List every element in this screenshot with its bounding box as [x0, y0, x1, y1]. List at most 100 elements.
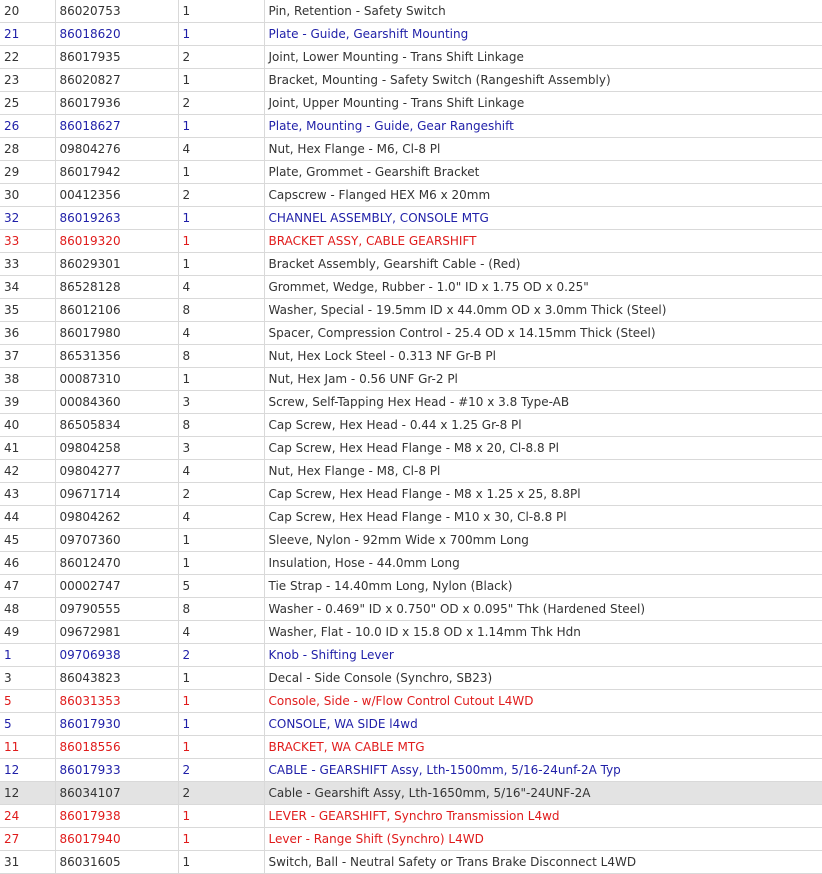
ref-number-cell: 26	[0, 114, 56, 138]
description-cell: Bracket Assembly, Gearshift Cable - (Red…	[264, 252, 822, 276]
table-row[interactable]: 20 86020753 1 Pin, Retention - Safety Switc…	[0, 0, 822, 23]
ref-number-cell: 38	[0, 367, 56, 391]
table-row[interactable]: 38 00087310 1 Nut, Hex Jam - 0.56 UNF Gr-2 …	[0, 367, 822, 391]
table-row[interactable]: 45 09707360 1 Sleeve, Nylon - 92mm Wide x 7…	[0, 528, 822, 552]
part-number-cell: 86017935	[55, 45, 179, 69]
part-number-cell: 09790555	[55, 597, 179, 621]
table-row[interactable]: 5 86017930 1 CONSOLE, WA SIDE l4wd	[0, 712, 822, 736]
ref-number-cell: 36	[0, 321, 56, 345]
table-row[interactable]: 35 86012106 8 Washer, Special - 19.5mm ID x…	[0, 298, 822, 322]
quantity-cell: 1	[178, 0, 265, 23]
table-row[interactable]: 46 86012470 1 Insulation, Hose - 44.0mm Lon…	[0, 551, 822, 575]
ref-number-cell: 12	[0, 781, 56, 805]
description-cell: Washer, Special - 19.5mm ID x 44.0mm OD …	[264, 298, 822, 322]
table-row[interactable]: 31 86031605 1 Switch, Ball - Neutral Safety…	[0, 850, 822, 874]
table-row[interactable]: 42 09804277 4 Nut, Hex Flange - M8, Cl-8 Pl	[0, 459, 822, 483]
quantity-cell: 1	[178, 827, 265, 851]
table-row[interactable]: 1 09706938 2 Knob - Shifting Lever	[0, 643, 822, 667]
table-row[interactable]: 21 86018620 1 Plate - Guide, Gearshift Moun…	[0, 22, 822, 46]
description-cell: Washer - 0.469" ID x 0.750" OD x 0.095" …	[264, 597, 822, 621]
table-row[interactable]: 23 86020827 1 Bracket, Mounting - Safety Sw…	[0, 68, 822, 92]
quantity-cell: 2	[178, 183, 265, 207]
quantity-cell: 1	[178, 206, 265, 230]
description-cell: BRACKET, WA CABLE MTG	[264, 735, 822, 759]
quantity-cell: 8	[178, 597, 265, 621]
table-row[interactable]: 39 00084360 3 Screw, Self-Tapping Hex Head …	[0, 390, 822, 414]
description-cell: Cap Screw, Hex Head Flange - M10 x 30, C…	[264, 505, 822, 529]
table-row[interactable]: 27 86017940 1 Lever - Range Shift (Synchro)…	[0, 827, 822, 851]
part-number-cell: 09672981	[55, 620, 179, 644]
quantity-cell: 1	[178, 252, 265, 276]
quantity-cell: 2	[178, 45, 265, 69]
ref-number-cell: 44	[0, 505, 56, 529]
part-number-cell: 86031605	[55, 850, 179, 874]
part-number-cell: 86017940	[55, 827, 179, 851]
table-row[interactable]: 43 09671714 2 Cap Screw, Hex Head Flange - …	[0, 482, 822, 506]
table-row[interactable]: 25 86017936 2 Joint, Upper Mounting - Trans…	[0, 91, 822, 115]
table-row[interactable]: 33 86029301 1 Bracket Assembly, Gearshift C…	[0, 252, 822, 276]
table-row[interactable]: 36 86017980 4 Spacer, Compression Control -…	[0, 321, 822, 345]
table-row[interactable]: 12 86034107 2 Cable - Gearshift Assy, Lth-1…	[0, 781, 822, 805]
ref-number-cell: 42	[0, 459, 56, 483]
table-row[interactable]: 5 86031353 1 Console, Side - w/Flow Control…	[0, 689, 822, 713]
quantity-cell: 1	[178, 735, 265, 759]
table-row[interactable]: 30 00412356 2 Capscrew - Flanged HEX M6 x 2…	[0, 183, 822, 207]
part-number-cell: 86528128	[55, 275, 179, 299]
description-cell: CONSOLE, WA SIDE l4wd	[264, 712, 822, 736]
ref-number-cell: 5	[0, 689, 56, 713]
table-row[interactable]: 47 00002747 5 Tie Strap - 14.40mm Long, Nyl…	[0, 574, 822, 598]
table-row[interactable]: 3 86043823 1 Decal - Side Console (Synchro,…	[0, 666, 822, 690]
table-row[interactable]: 24 86017938 1 LEVER - GEARSHIFT, Synchro Tr…	[0, 804, 822, 828]
part-number-cell: 86531356	[55, 344, 179, 368]
part-number-cell: 86017933	[55, 758, 179, 782]
table-row[interactable]: 48 09790555 8 Washer - 0.469" ID x 0.750" O…	[0, 597, 822, 621]
table-row[interactable]: 40 86505834 8 Cap Screw, Hex Head - 0.44 x …	[0, 413, 822, 437]
table-row[interactable]: 12 86017933 2 CABLE - GEARSHIFT Assy, Lth-1…	[0, 758, 822, 782]
ref-number-cell: 11	[0, 735, 56, 759]
table-row[interactable]: 26 86018627 1 Plate, Mounting - Guide, Gear…	[0, 114, 822, 138]
description-cell: Plate, Mounting - Guide, Gear Rangeshift	[264, 114, 822, 138]
part-number-cell: 00412356	[55, 183, 179, 207]
part-number-cell: 09804277	[55, 459, 179, 483]
parts-table-body: 20 86020753 1 Pin, Retention - Safety Switc…	[0, 0, 822, 874]
description-cell: Spacer, Compression Control - 25.4 OD x …	[264, 321, 822, 345]
table-row[interactable]: 37 86531356 8 Nut, Hex Lock Steel - 0.313 N…	[0, 344, 822, 368]
part-number-cell: 86017980	[55, 321, 179, 345]
description-cell: Capscrew - Flanged HEX M6 x 20mm	[264, 183, 822, 207]
quantity-cell: 1	[178, 114, 265, 138]
table-row[interactable]: 41 09804258 3 Cap Screw, Hex Head Flange - …	[0, 436, 822, 460]
quantity-cell: 1	[178, 551, 265, 575]
description-cell: Lever - Range Shift (Synchro) L4WD	[264, 827, 822, 851]
part-number-cell: 09706938	[55, 643, 179, 667]
description-cell: Plate, Grommet - Gearshift Bracket	[264, 160, 822, 184]
table-row[interactable]: 29 86017942 1 Plate, Grommet - Gearshift Br…	[0, 160, 822, 184]
quantity-cell: 8	[178, 344, 265, 368]
ref-number-cell: 49	[0, 620, 56, 644]
table-row[interactable]: 11 86018556 1 BRACKET, WA CABLE MTG	[0, 735, 822, 759]
table-row[interactable]: 22 86017935 2 Joint, Lower Mounting - Trans…	[0, 45, 822, 69]
quantity-cell: 1	[178, 850, 265, 874]
quantity-cell: 3	[178, 390, 265, 414]
table-row[interactable]: 28 09804276 4 Nut, Hex Flange - M6, Cl-8 Pl	[0, 137, 822, 161]
table-row[interactable]: 33 86019320 1 BRACKET ASSY, CABLE GEARSHIFT	[0, 229, 822, 253]
part-number-cell: 86020827	[55, 68, 179, 92]
description-cell: Decal - Side Console (Synchro, SB23)	[264, 666, 822, 690]
description-cell: Nut, Hex Flange - M8, Cl-8 Pl	[264, 459, 822, 483]
ref-number-cell: 23	[0, 68, 56, 92]
ref-number-cell: 30	[0, 183, 56, 207]
ref-number-cell: 31	[0, 850, 56, 874]
quantity-cell: 1	[178, 804, 265, 828]
description-cell: Joint, Upper Mounting - Trans Shift Link…	[264, 91, 822, 115]
table-row[interactable]: 34 86528128 4 Grommet, Wedge, Rubber - 1.0"…	[0, 275, 822, 299]
table-row[interactable]: 32 86019263 1 CHANNEL ASSEMBLY, CONSOLE MTG	[0, 206, 822, 230]
ref-number-cell: 34	[0, 275, 56, 299]
ref-number-cell: 27	[0, 827, 56, 851]
description-cell: Joint, Lower Mounting - Trans Shift Link…	[264, 45, 822, 69]
part-number-cell: 00084360	[55, 390, 179, 414]
table-row[interactable]: 49 09672981 4 Washer, Flat - 10.0 ID x 15.8…	[0, 620, 822, 644]
ref-number-cell: 33	[0, 229, 56, 253]
description-cell: Pin, Retention - Safety Switch	[264, 0, 822, 23]
table-row[interactable]: 44 09804262 4 Cap Screw, Hex Head Flange - …	[0, 505, 822, 529]
quantity-cell: 4	[178, 137, 265, 161]
description-cell: Plate - Guide, Gearshift Mounting	[264, 22, 822, 46]
